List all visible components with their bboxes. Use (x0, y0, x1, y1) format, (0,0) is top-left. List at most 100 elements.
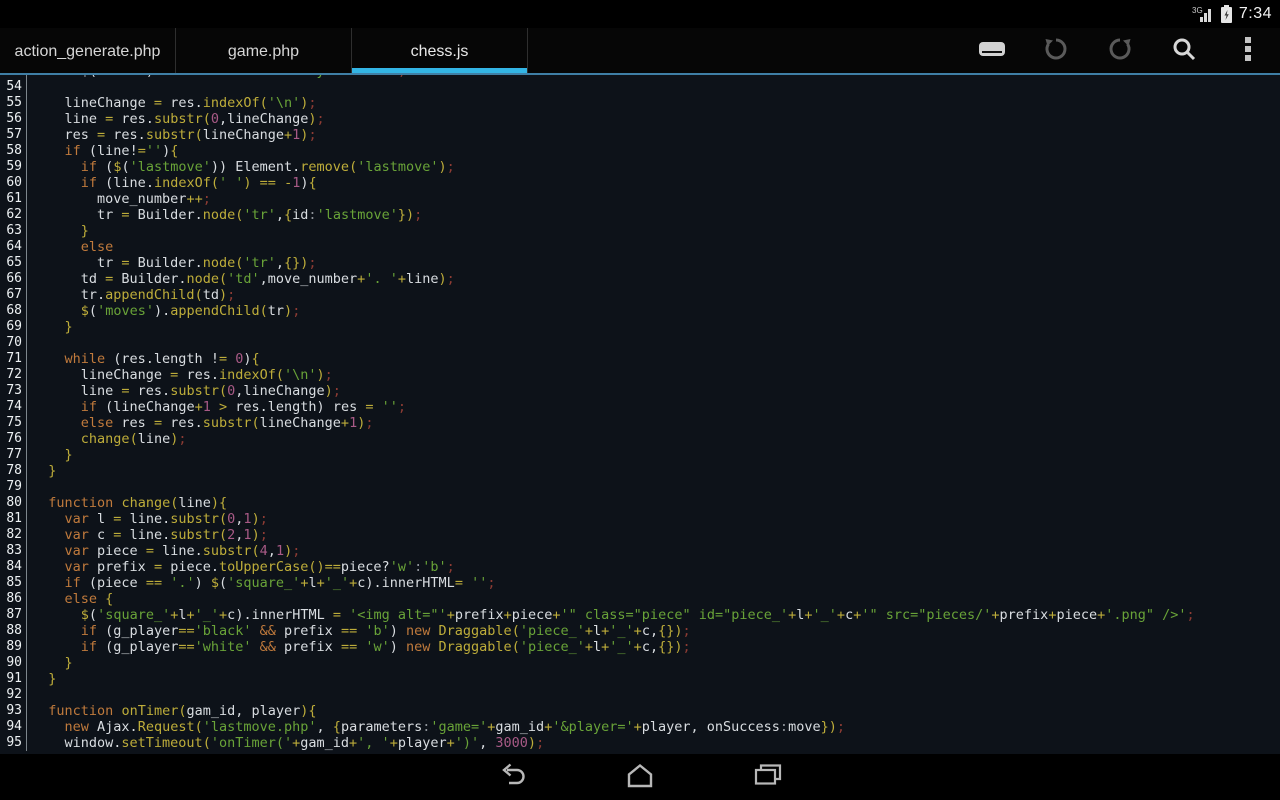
code-line-65[interactable]: 65 tr = Builder.node('tr',{}); (0, 255, 1280, 271)
code-line-75[interactable]: 75 else res = res.substr(lineChange+1); (0, 415, 1280, 431)
code-text: else res = res.substr(lineChange+1); (27, 415, 373, 431)
search-icon (1171, 36, 1197, 67)
code-line-92[interactable]: 92 (0, 687, 1280, 703)
line-number: 59 (0, 159, 27, 175)
code-text: $('moves').appendChild(tr); (27, 303, 300, 319)
code-line-94[interactable]: 94 new Ajax.Request('lastmove.php', {par… (0, 719, 1280, 735)
line-number: 55 (0, 95, 27, 111)
line-number: 58 (0, 143, 27, 159)
code-line-85[interactable]: 85 if (piece == '.') $('square_'+l+'_'+c… (0, 575, 1280, 591)
code-line-66[interactable]: 66 td = Builder.node('td',move_number+'.… (0, 271, 1280, 287)
code-line-82[interactable]: 82 var c = line.substr(2,1); (0, 527, 1280, 543)
line-number: 78 (0, 463, 27, 479)
code-text: if (g_player=='black' && prefix == 'b') … (27, 623, 691, 639)
code-line-81[interactable]: 81 var l = line.substr(0,1); (0, 511, 1280, 527)
code-line-83[interactable]: 83 var piece = line.substr(4,1); (0, 543, 1280, 559)
redo-icon (1107, 36, 1133, 67)
code-line-95[interactable]: 95 window.setTimeout('onTimer('+gam_id+'… (0, 735, 1280, 751)
code-line-54[interactable]: 54 (0, 79, 1280, 95)
recents-button[interactable] (736, 754, 800, 800)
home-button[interactable] (608, 754, 672, 800)
code-text: if (line.indexOf(' ') == -1){ (27, 175, 317, 191)
code-line-58[interactable]: 58 if (line!=''){ (0, 143, 1280, 159)
save-button[interactable] (960, 28, 1024, 75)
line-number: 67 (0, 287, 27, 303)
code-line-67[interactable]: 67 tr.appendChild(td); (0, 287, 1280, 303)
line-number: 61 (0, 191, 27, 207)
code-line-64[interactable]: 64 else (0, 239, 1280, 255)
code-text: lineChange = res.indexOf('\n'); (27, 95, 317, 111)
code-line-69[interactable]: 69 } (0, 319, 1280, 335)
code-text: } (27, 319, 73, 335)
tab-chess.js[interactable]: chess.js (352, 28, 528, 75)
save-icon (977, 38, 1007, 65)
code-text: line = res.substr(0,lineChange); (27, 383, 341, 399)
code-area-lines: 53 $('turn').innerHTML = 'It is your tur… (0, 75, 1280, 751)
code-line-78[interactable]: 78 } (0, 463, 1280, 479)
code-line-68[interactable]: 68 $('moves').appendChild(tr); (0, 303, 1280, 319)
overflow-menu-button[interactable] (1216, 28, 1280, 75)
code-text: function change(line){ (27, 495, 227, 511)
code-line-91[interactable]: 91 } (0, 671, 1280, 687)
search-button[interactable] (1152, 28, 1216, 75)
code-line-57[interactable]: 57 res = res.substr(lineChange+1); (0, 127, 1280, 143)
line-number: 77 (0, 447, 27, 463)
back-button[interactable] (480, 754, 544, 800)
code-line-59[interactable]: 59 if ($('lastmove')) Element.remove('la… (0, 159, 1280, 175)
code-text: line = res.substr(0,lineChange); (27, 111, 325, 127)
code-text (27, 79, 32, 95)
line-number: 83 (0, 543, 27, 559)
code-text: if (piece == '.') $('square_'+l+'_'+c).i… (27, 575, 496, 591)
code-line-61[interactable]: 61 move_number++; (0, 191, 1280, 207)
code-line-88[interactable]: 88 if (g_player=='black' && prefix == 'b… (0, 623, 1280, 639)
line-number: 60 (0, 175, 27, 191)
tab-label: game.php (228, 43, 299, 61)
line-number: 63 (0, 223, 27, 239)
code-line-63[interactable]: 63 } (0, 223, 1280, 239)
code-text: new Ajax.Request('lastmove.php', {parame… (27, 719, 845, 735)
code-line-87[interactable]: 87 $('square_'+l+'_'+c).innerHTML = '<im… (0, 607, 1280, 623)
code-line-71[interactable]: 71 while (res.length != 0){ (0, 351, 1280, 367)
code-line-90[interactable]: 90 } (0, 655, 1280, 671)
code-line-56[interactable]: 56 line = res.substr(0,lineChange); (0, 111, 1280, 127)
line-number: 62 (0, 207, 27, 223)
line-number: 72 (0, 367, 27, 383)
code-line-84[interactable]: 84 var prefix = piece.toUpperCase()==pie… (0, 559, 1280, 575)
code-line-79[interactable]: 79 (0, 479, 1280, 495)
undo-button[interactable] (1024, 28, 1088, 75)
code-line-77[interactable]: 77 } (0, 447, 1280, 463)
tab-label: chess.js (411, 43, 469, 61)
code-line-73[interactable]: 73 line = res.substr(0,lineChange); (0, 383, 1280, 399)
recents-icon (753, 762, 783, 793)
code-editor[interactable]: 53 $('turn').innerHTML = 'It is your tur… (0, 75, 1280, 754)
line-number: 79 (0, 479, 27, 495)
code-text: if (line!=''){ (27, 143, 178, 159)
code-line-60[interactable]: 60 if (line.indexOf(' ') == -1){ (0, 175, 1280, 191)
code-text: tr = Builder.node('tr',{id:'lastmove'}); (27, 207, 422, 223)
code-line-76[interactable]: 76 change(line); (0, 431, 1280, 447)
code-text: if (lineChange+1 > res.length) res = ''; (27, 399, 406, 415)
line-number: 75 (0, 415, 27, 431)
line-number: 54 (0, 79, 27, 95)
tab-bar-tabs: action_generate.php game.php chess.js (0, 28, 528, 75)
code-line-70[interactable]: 70 (0, 335, 1280, 351)
code-line-89[interactable]: 89 if (g_player=='white' && prefix == 'w… (0, 639, 1280, 655)
line-number: 81 (0, 511, 27, 527)
line-number: 94 (0, 719, 27, 735)
redo-button[interactable] (1088, 28, 1152, 75)
line-number: 85 (0, 575, 27, 591)
code-line-86[interactable]: 86 else { (0, 591, 1280, 607)
code-line-93[interactable]: 93 function onTimer(gam_id, player){ (0, 703, 1280, 719)
code-line-62[interactable]: 62 tr = Builder.node('tr',{id:'lastmove'… (0, 207, 1280, 223)
line-number: 95 (0, 735, 27, 751)
code-line-72[interactable]: 72 lineChange = res.indexOf('\n'); (0, 367, 1280, 383)
tab-action_generate.php[interactable]: action_generate.php (0, 28, 176, 75)
code-line-55[interactable]: 55 lineChange = res.indexOf('\n'); (0, 95, 1280, 111)
line-number: 69 (0, 319, 27, 335)
code-text (27, 335, 32, 351)
tab-game.php[interactable]: game.php (176, 28, 352, 75)
overflow-menu-icon (1244, 36, 1252, 67)
code-line-74[interactable]: 74 if (lineChange+1 > res.length) res = … (0, 399, 1280, 415)
code-text: } (27, 223, 89, 239)
code-line-80[interactable]: 80 function change(line){ (0, 495, 1280, 511)
